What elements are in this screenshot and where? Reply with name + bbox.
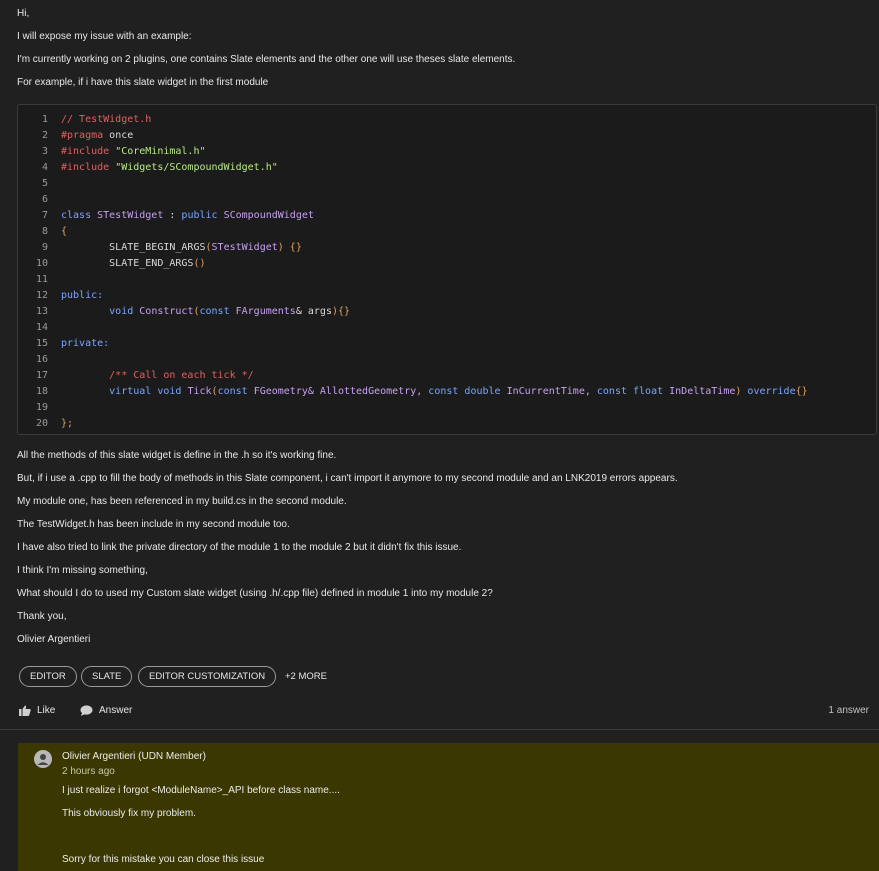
code-token: #include [61, 162, 116, 173]
like-button[interactable]: Like [19, 705, 55, 716]
code-token: & [295, 306, 308, 317]
tag-editor[interactable]: EDITOR [19, 666, 77, 687]
post-text: I will expose my issue with an example: [17, 31, 192, 42]
code-token: const double [428, 386, 507, 397]
line-number: 2 [41, 130, 48, 141]
line-number: 12 [35, 290, 48, 301]
code-token: "Widgets/SCompoundWidget.h" [115, 162, 278, 173]
code-token: const [199, 306, 236, 317]
thumbs-up-icon [19, 705, 31, 716]
tag-slate[interactable]: SLATE [81, 666, 133, 687]
line-number: 7 [41, 210, 48, 221]
answer-text: Sorry for this mistake you can close thi… [62, 854, 265, 865]
code-token: {} [795, 386, 808, 397]
line-number: 19 [35, 402, 48, 413]
line-number: 20 [35, 418, 48, 429]
code-token: ) [735, 386, 748, 397]
post-text: What should I do to used my Custom slate… [17, 588, 493, 599]
post-text: I have also tried to link the private di… [17, 542, 462, 553]
code-token: }; [61, 418, 74, 429]
post-text: All the methods of this slate widget is … [17, 450, 337, 461]
more-tags-link[interactable]: +2 MORE [285, 666, 327, 687]
code-token: void [61, 306, 140, 317]
code-token: #include [61, 146, 116, 157]
code-token: const float [596, 386, 670, 397]
post-text: I'm currently working on 2 plugins, one … [17, 54, 516, 65]
line-number: 16 [35, 354, 48, 365]
post-text: My module one, has been referenced in my… [17, 496, 347, 507]
line-number: 8 [41, 226, 48, 237]
code-token: "CoreMinimal.h" [115, 146, 206, 157]
section-divider [0, 729, 879, 730]
line-number: 9 [41, 242, 48, 253]
speech-bubble-icon [80, 705, 93, 716]
post-text: Hi, [17, 8, 30, 19]
code-token: InCurrentTime, [506, 386, 597, 397]
code-token: STestWidget [97, 210, 164, 221]
line-number: 15 [35, 338, 48, 349]
like-label: Like [37, 705, 56, 716]
line-number: 1 [41, 114, 48, 125]
code-token: { [61, 226, 68, 237]
post-text: Thank you, [17, 611, 67, 622]
code-token: & AllottedGeometry, [307, 386, 429, 397]
code-token: STestWidget [211, 242, 278, 253]
line-number: 6 [41, 194, 48, 205]
code-token: args [307, 306, 332, 317]
code-token: once [103, 130, 134, 141]
code-token: FGeometry [253, 386, 308, 397]
post-text: The TestWidget.h has been include in my … [17, 519, 290, 530]
line-number: 5 [41, 178, 48, 189]
code-token: InDeltaTime [669, 386, 736, 397]
answer-author[interactable]: Olivier Argentieri (UDN Member) [62, 750, 206, 764]
line-number: 11 [35, 274, 48, 285]
line-number: 4 [41, 162, 48, 173]
avatar[interactable] [34, 750, 52, 768]
answer-text: I just realize i forgot <ModuleName>_API… [62, 785, 340, 796]
code-token: virtual void [61, 386, 188, 397]
line-number: 17 [35, 370, 48, 381]
post-text: I think I'm missing something, [17, 565, 148, 576]
code-token: // TestWidget.h [61, 114, 152, 125]
code-token: #pragma [61, 130, 104, 141]
code-token: public [181, 210, 224, 221]
code-token: Tick [187, 386, 212, 397]
code-token: class [61, 210, 98, 221]
code-token: private: [61, 338, 110, 349]
code-token: /** Call on each tick */ [61, 370, 254, 381]
code-token: ){} [331, 306, 351, 317]
answer-text: This obviously fix my problem. [62, 808, 196, 819]
answer-card: Olivier Argentieri (UDN Member) 2 hours … [18, 743, 879, 871]
line-number: 10 [35, 258, 48, 269]
code-token: FArguments [235, 306, 296, 317]
post-text: For example, if i have this slate widget… [17, 77, 269, 88]
code-token: override [747, 386, 796, 397]
answer-label: Answer [99, 705, 133, 716]
post-author-signature: Olivier Argentieri [17, 634, 91, 645]
line-number: 13 [35, 306, 48, 317]
code-token: : [163, 210, 182, 221]
line-number: 3 [41, 146, 48, 157]
answer-timestamp: 2 hours ago [62, 766, 115, 777]
code-token: const [217, 386, 254, 397]
line-number: 18 [35, 386, 48, 397]
code-token: Construct [139, 306, 194, 317]
code-token: SCompoundWidget [223, 210, 314, 221]
code-token: public: [61, 290, 104, 301]
code-token: SLATE_END_ARGS [61, 258, 194, 269]
answer-count: 1 answer [828, 705, 869, 716]
code-token: ) {} [277, 242, 302, 253]
post-text: But, if i use a .cpp to fill the body of… [17, 473, 678, 484]
code-token: () [193, 258, 206, 269]
code-block: 1 // TestWidget.h 2 #pragma once 3 #include… [17, 104, 877, 435]
answer-button[interactable]: Answer [80, 705, 132, 716]
code-token: SLATE_BEGIN_ARGS [61, 242, 206, 253]
tag-editor-customization[interactable]: EDITOR CUSTOMIZATION [138, 666, 277, 687]
user-icon [37, 754, 49, 765]
line-number: 14 [35, 322, 48, 333]
